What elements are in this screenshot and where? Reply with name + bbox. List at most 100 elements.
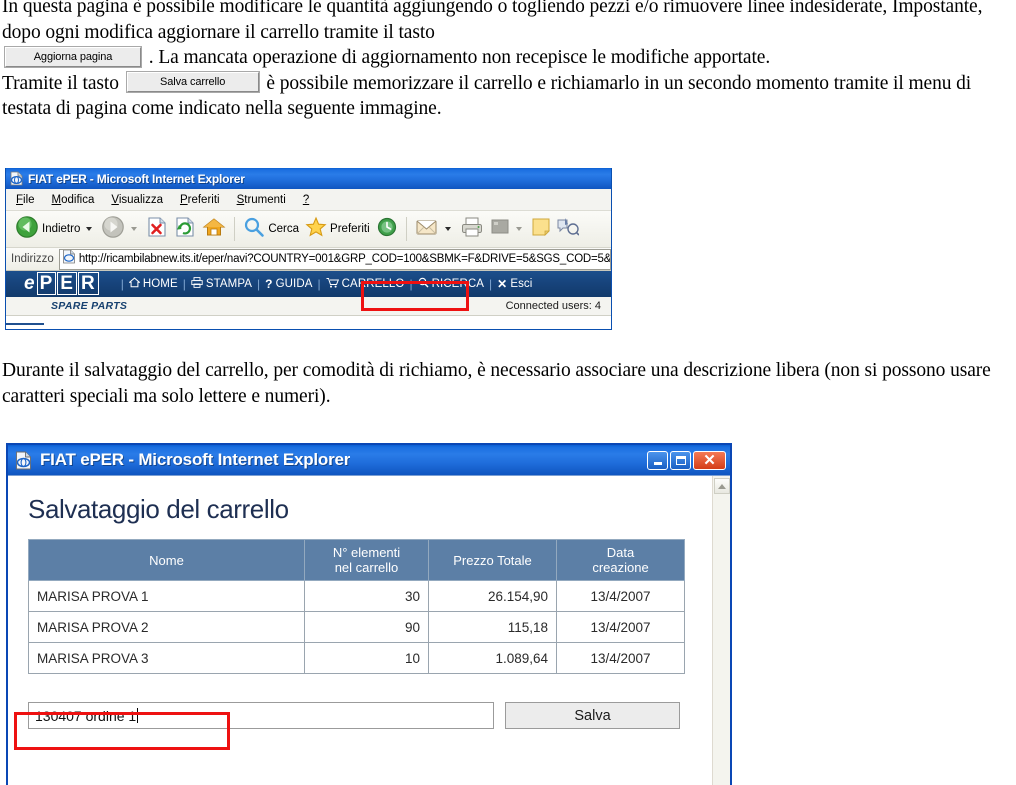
favorites-button[interactable]: Preferiti [302,214,373,244]
table-row[interactable]: MARISA PROVA 3 10 1.089,64 13/4/2007 [28,642,685,674]
cart-name-input[interactable]: 130407 ordine 1 [28,702,494,729]
dialog-body: Salvataggio del carrello Nome N° element… [8,475,730,785]
fullscreen-button[interactable] [487,214,528,244]
browser-menubar: File Modifica Visualizza Preferiti Strum… [6,189,611,211]
eper-logo-p: P [36,272,57,295]
column-header-data: Data creazione [556,539,685,581]
eper-nav-carrello-label: CARRELLO [341,278,405,290]
menu-item-preferiti[interactable]: Preferiti [180,194,220,206]
discussion-icon [557,217,580,242]
table-row[interactable]: MARISA PROVA 2 90 115,18 13/4/2007 [28,611,685,643]
fullscreen-dropdown-caret-icon [515,227,522,231]
menu-item-modifica[interactable]: Modifica [52,194,95,206]
cell-nome: MARISA PROVA 2 [28,611,305,643]
column-header-elementi-line1: N° elementi [332,545,401,560]
scroll-up-button[interactable] [713,478,730,494]
dialog-title-text: FIAT ePER - Microsoft Internet Explorer [40,450,351,469]
eper-logo: ePER [24,272,99,295]
eper-nav-stampa[interactable]: STAMPA [186,277,257,291]
eper-logo-e: e [24,273,36,294]
eper-nav-guida-label: GUIDA [275,278,313,290]
back-button[interactable]: Indietro [12,214,98,244]
address-bar: Indirizzo http://ricambilabnew.its.it/ep… [6,248,611,271]
address-input[interactable]: http://ricambilabnew.its.it/eper/navi?CO… [58,248,611,270]
printer-icon [191,277,203,291]
browser-titlebar: FIAT ePER - Microsoft Internet Explorer [6,168,611,189]
cell-elementi: 90 [304,611,429,643]
saved-carts-table: Nome N° elementi nel carrello Prezzo Tot… [28,539,685,674]
close-icon: ✕ [703,451,716,469]
close-button[interactable]: ✕ [693,450,726,470]
mail-dropdown-caret-icon[interactable] [444,227,451,231]
cell-prezzo: 115,18 [428,611,557,643]
back-dropdown-caret-icon[interactable] [86,227,93,231]
cell-data: 13/4/2007 [556,611,685,643]
dialog-content: Salvataggio del carrello Nome N° element… [8,476,712,785]
discuss-button[interactable] [554,214,582,244]
home-icon [202,216,226,243]
menu-item-file[interactable]: File [16,194,35,206]
eper-nav-stampa-label: STAMPA [205,278,253,290]
menu-item-visualizza[interactable]: Visualizza [111,194,163,206]
refresh-button[interactable] [171,214,199,244]
toolbar-separator-1 [234,217,236,241]
eper-nav-ricerca-label: RICERCA [431,278,485,290]
browser-toolbar: Indietro Cerca Preferiti [6,211,611,248]
intro-paragraph-text-2: . La mancata operazione di aggiornamento… [148,47,771,68]
column-header-elementi: N° elementi nel carrello [304,539,429,581]
cell-nome: MARISA PROVA 3 [28,642,305,674]
chevron-up-icon [717,483,726,489]
eper-nav-ricerca[interactable]: RICERCA [413,277,489,291]
menu-item-strumenti[interactable]: Strumenti [237,194,286,206]
history-button[interactable] [373,214,401,244]
maximize-button[interactable] [670,450,691,470]
intro-paragraph-text-3: Tramite il tasto [2,72,119,94]
cell-prezzo: 1.089,64 [428,642,557,674]
mail-button[interactable] [412,214,457,244]
save-cart-dialog: FIAT ePER - Microsoft Internet Explorer … [6,443,732,785]
print-button[interactable] [457,214,487,244]
stop-icon [146,216,168,243]
minimize-button[interactable] [647,450,668,470]
eper-bottom-strip [6,316,44,325]
eper-nav-carrello[interactable]: CARRELLO [321,277,410,291]
star-icon [305,216,327,243]
cell-prezzo: 26.154,90 [428,580,557,612]
eper-nav-esci[interactable]: ✕ Esci [492,277,537,291]
refresh-icon [174,216,196,243]
intro-paragraph: In questa pagina è possibile modificare … [2,0,1012,122]
note-icon [531,217,551,242]
forward-button[interactable] [98,214,143,244]
back-button-label: Indietro [42,223,81,235]
address-bar-label: Indirizzo [11,253,54,265]
eper-subbar: SPARE PARTS Connected users: 4 [6,297,611,316]
stop-button[interactable] [143,214,171,244]
salva-carrello-button[interactable]: Salva carrello [125,71,260,94]
salva-button[interactable]: Salva [505,702,680,729]
mail-icon [415,217,439,242]
window-control-buttons: ✕ [647,450,728,470]
aggiorna-pagina-button[interactable]: Aggiorna pagina [4,45,142,68]
eper-navbar: ePER | HOME | STAMPA | ? GUIDA | CARRELL… [6,271,611,297]
home-button[interactable] [199,214,229,244]
menu-item-help[interactable]: ? [303,194,309,206]
text-caret [137,708,139,723]
history-clock-icon [376,216,398,243]
notes-button[interactable] [528,214,554,244]
forward-dropdown-caret-icon [131,227,138,231]
table-row[interactable]: MARISA PROVA 1 30 26.154,90 13/4/2007 [28,580,685,612]
cell-data: 13/4/2007 [556,580,685,612]
eper-nav-home[interactable]: HOME [124,277,183,291]
column-header-data-line1: Data [606,545,635,560]
maximize-icon [675,455,686,465]
cart-icon [326,277,339,291]
eper-tagline: SPARE PARTS [51,300,128,312]
search-button[interactable]: Cerca [240,214,302,244]
table-header-row: Nome N° elementi nel carrello Prezzo Tot… [28,539,685,581]
dialog-vertical-scrollbar[interactable] [712,476,730,785]
printer-icon [460,216,484,243]
cell-nome: MARISA PROVA 1 [28,580,305,612]
favorites-button-label: Preferiti [330,223,370,235]
eper-logo-r: R [77,272,99,295]
eper-nav-guida[interactable]: ? GUIDA [260,277,317,291]
